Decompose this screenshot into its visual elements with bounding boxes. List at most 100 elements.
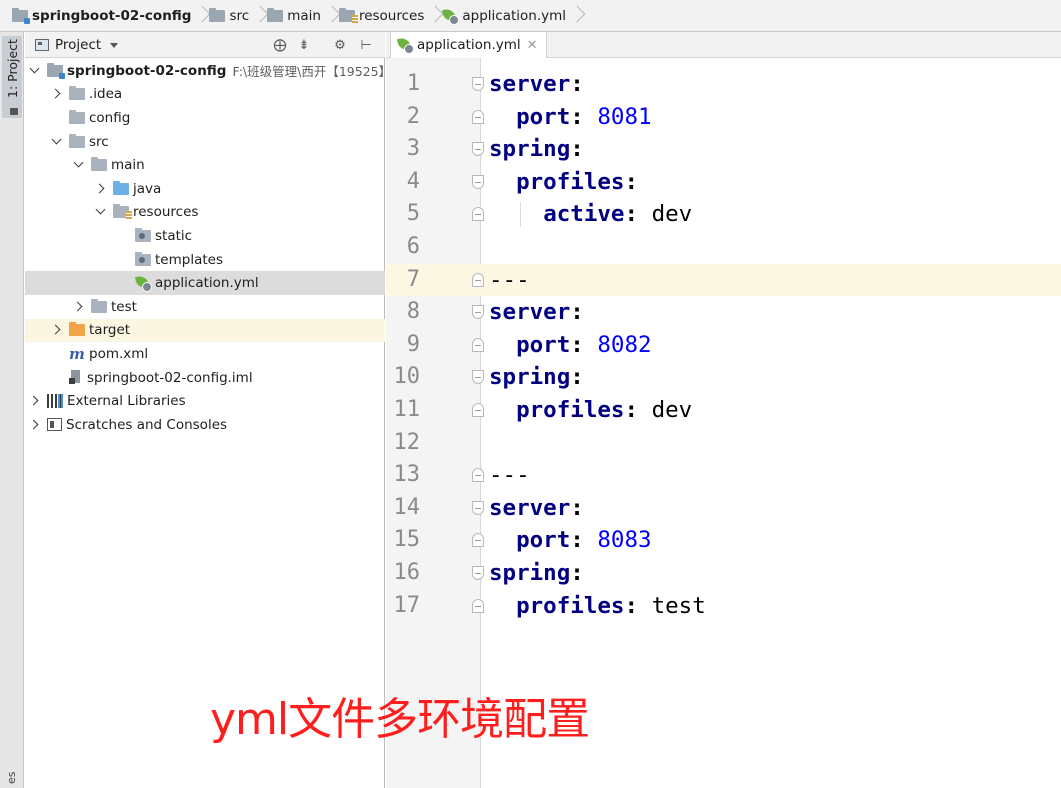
tree-item-idea[interactable]: .idea xyxy=(25,83,385,107)
project-view-selector[interactable]: Project xyxy=(55,37,101,53)
code-line: server: xyxy=(489,68,584,101)
chevron-right-icon[interactable] xyxy=(93,181,109,197)
yaml-separator: : xyxy=(570,103,598,130)
line-number: 1 xyxy=(406,71,420,96)
editor-tab-strip: application.yml ✕ xyxy=(386,32,1061,58)
editor-tab-application-yml[interactable]: application.yml ✕ xyxy=(390,32,547,58)
locate-file-icon[interactable]: ⨁ xyxy=(271,36,289,54)
breadcrumb-separator xyxy=(430,5,438,27)
breadcrumb-label: resources xyxy=(358,7,425,24)
yaml-value: dev xyxy=(651,397,693,423)
tree-item-static[interactable]: static xyxy=(25,224,385,248)
tree-item-iml[interactable]: springboot-02-config.iml xyxy=(25,366,385,390)
breadcrumb-label: application.yml xyxy=(462,7,567,24)
tree-item-label: application.yml xyxy=(155,275,259,292)
tree-item-target[interactable]: target xyxy=(25,318,385,343)
bottom-tool-window-label[interactable]: es xyxy=(5,772,18,785)
chevron-right-icon[interactable] xyxy=(49,322,65,338)
project-panel: Project ⨁ ⇟ ⚙ ⊢ springboot-02-config F:\… xyxy=(25,32,391,788)
chevron-right-icon[interactable] xyxy=(27,393,43,409)
breadcrumb-item-project[interactable]: springboot-02-config xyxy=(10,3,197,29)
fold-close-icon[interactable] xyxy=(472,272,484,287)
chevron-down-icon[interactable] xyxy=(110,42,119,48)
fold-close-icon[interactable] xyxy=(472,533,484,548)
tree-item-templates[interactable]: templates xyxy=(25,248,385,272)
folder-icon xyxy=(267,7,284,22)
tree-item-external-libraries[interactable]: External Libraries xyxy=(25,389,385,413)
chevron-down-icon[interactable] xyxy=(93,204,109,220)
line-number: 13 xyxy=(393,462,421,488)
resources-folder-icon xyxy=(338,7,358,23)
folder-icon xyxy=(91,157,107,172)
current-line-highlight xyxy=(386,263,1061,297)
line-number: 3 xyxy=(406,136,420,162)
breadcrumb-label: src xyxy=(229,7,250,24)
editor-tab-label: application.yml xyxy=(417,37,521,53)
code-line: spring: xyxy=(489,133,584,166)
breadcrumb-label: main xyxy=(287,7,321,24)
chevron-right-icon[interactable] xyxy=(27,417,43,433)
fold-close-icon[interactable] xyxy=(472,337,484,352)
breadcrumb-item-resources[interactable]: resources xyxy=(337,3,430,29)
breadcrumb-separator xyxy=(327,5,335,27)
fold-open-icon[interactable] xyxy=(472,77,484,91)
fold-close-icon[interactable] xyxy=(472,207,484,222)
tree-item-test[interactable]: test xyxy=(25,295,385,319)
chevron-right-icon[interactable] xyxy=(71,299,87,315)
scratches-icon xyxy=(47,418,62,432)
breadcrumb-item-main[interactable]: main xyxy=(265,3,327,29)
folder-icon xyxy=(91,298,107,313)
tree-item-config[interactable]: config xyxy=(25,106,385,130)
code-line: profiles: dev xyxy=(489,394,692,427)
tree-item-project-root[interactable]: springboot-02-config F:\班级管理\西开【19525】 xyxy=(25,59,391,83)
code-line: profiles: xyxy=(489,166,638,199)
tree-item-pom-xml[interactable]: m pom.xml xyxy=(25,342,385,366)
project-panel-header: Project ⨁ ⇟ ⚙ ⊢ xyxy=(25,32,385,58)
fold-open-icon[interactable] xyxy=(472,142,484,157)
line-number: 5 xyxy=(406,201,420,227)
yaml-separator: : xyxy=(624,168,639,195)
yaml-file-icon xyxy=(442,8,460,25)
project-tool-window-button[interactable]: 1: Project xyxy=(2,36,22,118)
breadcrumb-item-application-yml[interactable]: application.yml xyxy=(440,3,572,29)
chevron-down-icon[interactable] xyxy=(49,134,65,150)
module-file-icon xyxy=(69,370,81,385)
chevron-right-icon[interactable] xyxy=(49,86,65,102)
tree-item-src[interactable]: src xyxy=(25,130,385,154)
fold-close-icon[interactable] xyxy=(472,403,484,417)
yaml-value: dev xyxy=(651,201,693,228)
fold-open-icon[interactable] xyxy=(472,500,484,515)
tree-item-label: static xyxy=(155,227,193,244)
breadcrumb-separator xyxy=(255,5,263,27)
tree-item-label: pom.xml xyxy=(89,345,149,362)
navigation-breadcrumb: springboot-02-config src main resources … xyxy=(0,0,1061,32)
tree-item-scratches[interactable]: Scratches and Consoles xyxy=(25,413,385,437)
gear-icon[interactable]: ⚙ xyxy=(331,36,349,54)
tree-item-main[interactable]: main xyxy=(25,153,385,177)
tree-item-label: springboot-02-config.iml xyxy=(87,369,253,386)
fold-close-icon[interactable] xyxy=(472,109,484,124)
yaml-key: spring xyxy=(489,136,571,163)
yaml-separator: : xyxy=(624,592,652,619)
line-number: 16 xyxy=(393,560,421,585)
yaml-separator: : xyxy=(570,364,584,391)
fold-open-icon[interactable] xyxy=(472,305,484,320)
folder-icon xyxy=(69,86,85,101)
tree-item-java[interactable]: java xyxy=(25,177,385,201)
chevron-down-icon[interactable] xyxy=(71,157,87,173)
indent-guide xyxy=(520,202,521,227)
breadcrumb-item-src[interactable]: src xyxy=(207,3,255,29)
tree-item-application-yml[interactable]: application.yml xyxy=(25,271,385,295)
fold-open-icon[interactable] xyxy=(472,566,484,580)
tree-item-resources[interactable]: resources xyxy=(25,201,385,225)
hide-panel-icon[interactable]: ⊢ xyxy=(357,36,375,54)
fold-open-icon[interactable] xyxy=(472,174,484,189)
fold-close-icon[interactable] xyxy=(472,598,484,613)
fold-close-icon[interactable] xyxy=(472,468,484,483)
close-icon[interactable]: ✕ xyxy=(527,38,538,53)
fold-open-icon[interactable] xyxy=(472,370,484,385)
code-line: server: xyxy=(489,492,584,525)
chevron-down-icon[interactable] xyxy=(27,63,43,79)
collapse-all-icon[interactable]: ⇟ xyxy=(295,36,313,54)
folder-icon xyxy=(135,227,151,242)
